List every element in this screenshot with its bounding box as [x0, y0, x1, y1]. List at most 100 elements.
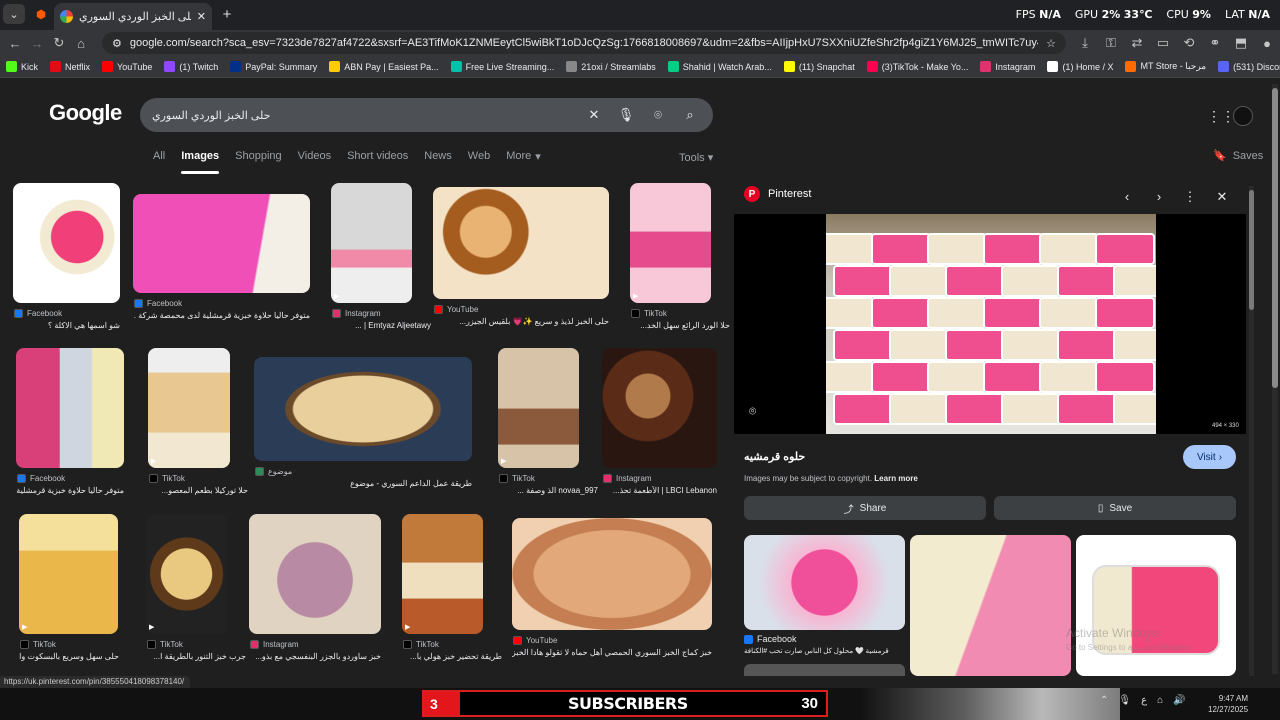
result-caption[interactable]: حلى سهل وسريع بالبسكوت والق...	[19, 652, 119, 661]
result-caption[interactable]: خبز كماج الخبز السوري الحمصي أهل حماه لا…	[512, 648, 712, 657]
google-logo[interactable]: Google	[49, 100, 122, 126]
result-caption[interactable]: Emtyaz Aljeetawy | ...	[331, 321, 431, 330]
tab-news[interactable]: News	[424, 150, 452, 166]
mic-tray-icon[interactable]: 🎙	[1118, 695, 1131, 706]
result-image[interactable]: ▶	[146, 514, 227, 634]
result-source[interactable]: TikTok	[499, 474, 535, 483]
lens-search-icon[interactable]: ⌾	[749, 404, 756, 419]
lens-camera-icon[interactable]: ⌾	[647, 104, 669, 126]
more-options-icon[interactable]: ⋮	[1180, 189, 1200, 205]
bookmark-star-icon[interactable]: ☆	[1046, 37, 1056, 50]
download-icon[interactable]: ⤓	[1074, 32, 1096, 54]
close-tab-icon[interactable]: ✕	[197, 10, 206, 23]
bookmark-item[interactable]: Instagram	[980, 61, 1035, 72]
result-source[interactable]: Instagram	[250, 640, 299, 649]
result-source[interactable]: TikTok	[631, 309, 667, 318]
result-caption[interactable]: طريقة تحضير خبز هولي با...	[402, 652, 502, 661]
bookmark-item[interactable]: (3)TikTok - Make Yo...	[866, 61, 968, 72]
extensions-icon[interactable]: ⬒	[1230, 32, 1252, 54]
result-source[interactable]: Facebook	[14, 309, 62, 318]
result-caption[interactable]: طريقة عمل الداعم السوري - موضوع	[254, 479, 472, 488]
result-caption[interactable]: حلا الورد الرائع سهل الخد...	[630, 321, 730, 330]
bookmark-item[interactable]: PayPal: Summary	[230, 61, 317, 72]
new-tab-button[interactable]: +	[216, 4, 238, 24]
result-image[interactable]	[512, 518, 712, 630]
search-box[interactable]: حلى الخبز الوردي السوري ✕ 🎙 ⌾ ⌕	[140, 98, 713, 132]
result-caption[interactable]: حلا توركيلا بطعم المعصو...	[148, 486, 248, 495]
result-image[interactable]: ▶	[498, 348, 579, 468]
next-icon[interactable]: ›	[1149, 189, 1169, 204]
tab-more[interactable]: More	[506, 150, 531, 166]
card-icon[interactable]: ▭	[1152, 32, 1174, 54]
tab-web[interactable]: Web	[468, 150, 490, 166]
back-icon[interactable]: ←	[4, 32, 26, 54]
result-source[interactable]: TikTok	[147, 640, 183, 649]
mic-icon[interactable]: 🎙	[615, 104, 637, 126]
history-icon[interactable]: ⟲	[1178, 32, 1200, 54]
result-source[interactable]: YouTube	[434, 305, 478, 314]
result-source[interactable]: TikTok	[149, 474, 185, 483]
prev-icon[interactable]: ‹	[1117, 189, 1137, 204]
bookmark-item[interactable]: YouTube	[102, 61, 152, 72]
active-tab[interactable]: حلى الخبز الوردي السوري - Google Search …	[54, 3, 212, 30]
pinned-tab[interactable]: ⬢	[30, 4, 52, 24]
bookmark-item[interactable]: MT Store - مرحبا	[1125, 61, 1206, 72]
panel-scroll-thumb[interactable]	[1249, 190, 1254, 310]
profile-avatar-icon[interactable]: ●	[1256, 32, 1278, 54]
learn-more-link[interactable]: Learn more	[874, 474, 918, 483]
clear-icon[interactable]: ✕	[583, 104, 605, 126]
tools-button[interactable]: Tools ▾	[679, 151, 713, 164]
tab-search-button[interactable]: ⌄	[3, 4, 25, 24]
tab-videos[interactable]: Videos	[298, 150, 331, 166]
result-caption[interactable]: حلى الخبز لذيذ و سريع ✨💗 بلقيس الجيزر...	[433, 317, 609, 326]
bookmark-item[interactable]: 21oxi / Streamlabs	[566, 61, 656, 72]
panel-site-name[interactable]: Pinterest	[768, 188, 811, 200]
panel-title[interactable]: حلوه قرمشيه	[744, 450, 805, 463]
tab-short-videos[interactable]: Short videos	[347, 150, 408, 166]
result-image[interactable]: ▶	[19, 514, 118, 634]
result-image[interactable]	[16, 348, 124, 468]
result-image[interactable]: ▶	[402, 514, 483, 634]
related-image-2[interactable]	[910, 535, 1071, 676]
bookmark-item[interactable]: (1) Home / X	[1047, 61, 1113, 72]
result-image[interactable]	[133, 194, 310, 293]
result-caption[interactable]: متوفر حاليا حلاوة خبزية قرمشلية لدى محمص…	[133, 311, 310, 320]
result-caption[interactable]: متوفر حاليا حلاوة خبزية قرمشلية ...	[16, 486, 124, 495]
result-caption[interactable]: خبز ساوردو بالجزر البنفسجي مع بذو...	[249, 652, 381, 661]
address-bar[interactable]: ⚙ google.com/search?sca_esv=7323de7827af…	[102, 32, 1066, 54]
share-button[interactable]: ⤴ Share	[744, 496, 986, 520]
related-image-3[interactable]	[1076, 535, 1236, 676]
related-image-4[interactable]	[744, 664, 905, 676]
result-caption[interactable]: شو اسمها هي الاكلة ؟	[13, 321, 120, 330]
result-image[interactable]: ▶	[331, 183, 412, 303]
bookmark-item[interactable]: Netflix	[50, 61, 90, 72]
volume-icon[interactable]: 🔊	[1173, 695, 1185, 706]
bookmark-item[interactable]: Kick	[6, 61, 38, 72]
network-icon[interactable]: ⌂	[1157, 695, 1163, 706]
search-icon[interactable]: ⌕	[679, 104, 701, 126]
clock[interactable]: 9:47 AM 12/27/2025	[1208, 693, 1248, 715]
bookmark-item[interactable]: Shahid | Watch Arab...	[667, 61, 772, 72]
preview-image[interactable]	[815, 214, 1173, 434]
result-source[interactable]: موضوع	[255, 467, 292, 476]
close-icon[interactable]: ✕	[1212, 189, 1232, 205]
bookmark-item[interactable]: (531) Discord | Frien...	[1218, 61, 1280, 72]
result-caption[interactable]: novaa_997 الذ وصفة ...	[498, 486, 598, 495]
result-source[interactable]: TikTok	[403, 640, 439, 649]
result-image[interactable]: ▶	[148, 348, 230, 468]
result-source[interactable]: Facebook	[134, 299, 182, 308]
bookmark-item[interactable]: (11) Snapchat	[783, 61, 855, 72]
result-source[interactable]: YouTube	[513, 636, 557, 645]
visit-button[interactable]: Visit ›	[1183, 445, 1236, 469]
link-icon[interactable]: ⚭	[1204, 32, 1226, 54]
result-caption[interactable]: جرب خبز التنور بالطريقة ا...	[146, 652, 246, 661]
page-scroll-thumb[interactable]	[1272, 88, 1278, 388]
related-image-1[interactable]	[744, 535, 905, 630]
lang-icon[interactable]: ع	[1141, 695, 1147, 706]
result-source[interactable]: Instagram	[603, 474, 652, 483]
search-query[interactable]: حلى الخبز الوردي السوري	[152, 109, 573, 122]
bookmark-item[interactable]: ABN Pay | Easiest Pa...	[329, 61, 439, 72]
result-image[interactable]	[433, 187, 609, 299]
bookmark-item[interactable]: Free Live Streaming...	[450, 61, 554, 72]
result-image[interactable]	[254, 357, 472, 461]
